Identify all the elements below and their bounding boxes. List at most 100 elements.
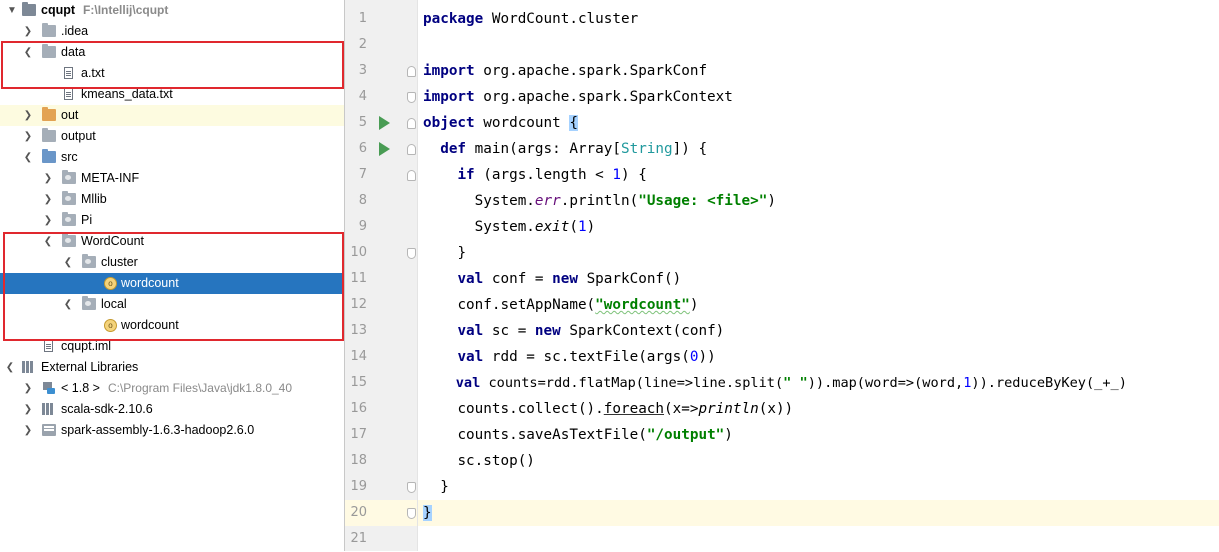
tree-row-external-libraries[interactable]: ❮ External Libraries	[0, 357, 344, 378]
code-line-15[interactable]: val counts=rdd.flatMap(line=>line.split(…	[418, 370, 1219, 396]
line-number: 4	[358, 89, 367, 104]
library-icon	[42, 403, 56, 415]
run-icon[interactable]	[379, 142, 390, 156]
chevron-right-icon[interactable]: ❯	[22, 21, 34, 42]
fold-icon[interactable]	[407, 66, 416, 77]
code-line-1[interactable]: package WordCount.cluster	[418, 6, 1219, 32]
tree-row-src[interactable]: ❮ src	[0, 147, 344, 168]
line-number: 15	[350, 375, 367, 390]
code-line-10[interactable]: }	[418, 240, 1219, 266]
tree-row-cqupt[interactable]: ▼ cqupt F:\Intellij\cqupt	[0, 0, 344, 21]
tree-row-mllib[interactable]: ❯ Mllib	[0, 189, 344, 210]
fold-icon[interactable]	[407, 118, 416, 129]
line-number: 19	[350, 479, 367, 494]
line-number: 11	[350, 271, 367, 286]
line-number: 2	[358, 37, 367, 52]
editor-gutter: 1 2 3 4 5 6 7 8 9 10 11 12 13 14 15 16 1…	[345, 0, 417, 551]
line-number: 10	[350, 245, 367, 260]
tree-label-idea: .idea	[61, 24, 89, 38]
annotation-box-data	[1, 41, 344, 89]
chevron-right-icon[interactable]: ❯	[22, 105, 34, 126]
code-line-5[interactable]: object wordcount {	[418, 110, 1219, 136]
code-line-19[interactable]: }	[418, 474, 1219, 500]
package-icon	[62, 170, 76, 184]
package-icon	[62, 191, 76, 205]
line-number: 14	[350, 349, 367, 364]
line-number: 17	[350, 427, 367, 442]
text-file-icon	[64, 88, 73, 100]
code-line-3[interactable]: import org.apache.spark.SparkConf	[418, 58, 1219, 84]
code-line-6[interactable]: def main(args: Array[String]) {	[418, 136, 1219, 162]
fold-icon[interactable]	[407, 508, 416, 519]
tree-row-meta-inf[interactable]: ❯ META-INF	[0, 168, 344, 189]
fold-icon[interactable]	[407, 92, 416, 103]
folder-icon	[42, 23, 56, 37]
line-number: 12	[350, 297, 367, 312]
tree-label-meta-inf: META-INF	[81, 171, 140, 185]
line-number: 8	[358, 193, 367, 208]
tree-path-cqupt: F:\Intellij\cqupt	[83, 3, 169, 17]
line-number: 5	[358, 115, 367, 130]
fold-icon[interactable]	[407, 248, 416, 259]
code-line-17[interactable]: counts.saveAsTextFile("/output")	[418, 422, 1219, 448]
tree-row-idea[interactable]: ❯ .idea	[0, 21, 344, 42]
code-line-14[interactable]: val rdd = sc.textFile(args(0))	[418, 344, 1219, 370]
chevron-down-icon[interactable]: ❮	[4, 357, 16, 378]
chevron-right-icon[interactable]: ❯	[42, 210, 54, 231]
fold-icon[interactable]	[407, 170, 416, 181]
chevron-down-icon[interactable]: ❮	[22, 147, 34, 168]
line-number: 7	[358, 167, 367, 182]
package-icon	[62, 212, 76, 226]
tree-row-scala-sdk[interactable]: ❯ scala-sdk-2.10.6	[0, 399, 344, 420]
chevron-right-icon[interactable]: ❯	[22, 420, 34, 441]
tree-row-pi[interactable]: ❯ Pi	[0, 210, 344, 231]
chevron-right-icon[interactable]: ❯	[22, 399, 34, 420]
tree-label-pi: Pi	[81, 213, 93, 227]
code-line-20-current[interactable]: }	[418, 500, 1219, 526]
line-number: 18	[350, 453, 367, 468]
code-line-2[interactable]	[418, 32, 1219, 58]
tree-row-out[interactable]: ❯ out	[0, 105, 344, 126]
project-tree: ▼ cqupt F:\Intellij\cqupt ❯ .idea ❮ data …	[0, 0, 344, 551]
chevron-down-icon[interactable]: ▼	[6, 0, 18, 21]
chevron-right-icon[interactable]: ❯	[42, 168, 54, 189]
tree-label-output: output	[61, 129, 96, 143]
line-number: 9	[358, 219, 367, 234]
code-line-7[interactable]: if (args.length < 1) {	[418, 162, 1219, 188]
tree-label-src: src	[61, 150, 78, 164]
matched-brace: {	[569, 115, 578, 131]
line-number: 1	[358, 11, 367, 26]
chevron-right-icon[interactable]: ❯	[22, 378, 34, 399]
code-line-13[interactable]: val sc = new SparkContext(conf)	[418, 318, 1219, 344]
code-line-9[interactable]: System.exit(1)	[418, 214, 1219, 240]
code-editor[interactable]: 1 2 3 4 5 6 7 8 9 10 11 12 13 14 15 16 1…	[345, 0, 1219, 551]
line-number: 13	[350, 323, 367, 338]
chevron-right-icon[interactable]: ❯	[42, 189, 54, 210]
line-number: 6	[358, 141, 367, 156]
tree-row-jdk[interactable]: ❯ < 1.8 > C:\Program Files\Java\jdk1.8.0_…	[0, 378, 344, 399]
sdk-icon	[42, 382, 56, 394]
tree-row-output[interactable]: ❯ output	[0, 126, 344, 147]
code-line-11[interactable]: val conf = new SparkConf()	[418, 266, 1219, 292]
code-line-12[interactable]: conf.setAppName("wordcount")	[418, 292, 1219, 318]
tree-label-scala-sdk: scala-sdk-2.10.6	[61, 402, 153, 416]
fold-icon[interactable]	[407, 482, 416, 493]
module-folder-icon	[22, 2, 36, 16]
tree-label-cqupt: cqupt	[41, 3, 76, 17]
code-line-4[interactable]: import org.apache.spark.SparkContext	[418, 84, 1219, 110]
line-number: 21	[350, 531, 367, 546]
matched-brace: }	[423, 505, 432, 521]
code-line-16[interactable]: counts.collect().foreach(x=>println(x))	[418, 396, 1219, 422]
tree-label-spark-assembly: spark-assembly-1.6.3-hadoop2.6.0	[61, 423, 255, 437]
fold-icon[interactable]	[407, 144, 416, 155]
tree-label-out: out	[61, 108, 79, 122]
code-line-18[interactable]: sc.stop()	[418, 448, 1219, 474]
jar-icon	[42, 424, 56, 436]
tree-row-spark-assembly[interactable]: ❯ spark-assembly-1.6.3-hadoop2.6.0	[0, 420, 344, 441]
line-number: 20	[350, 505, 367, 520]
code-line-21[interactable]	[418, 526, 1219, 552]
run-icon[interactable]	[379, 116, 390, 130]
chevron-right-icon[interactable]: ❯	[22, 126, 34, 147]
code-line-8[interactable]: System.err.println("Usage: <file>")	[418, 188, 1219, 214]
source-folder-icon	[42, 149, 56, 163]
